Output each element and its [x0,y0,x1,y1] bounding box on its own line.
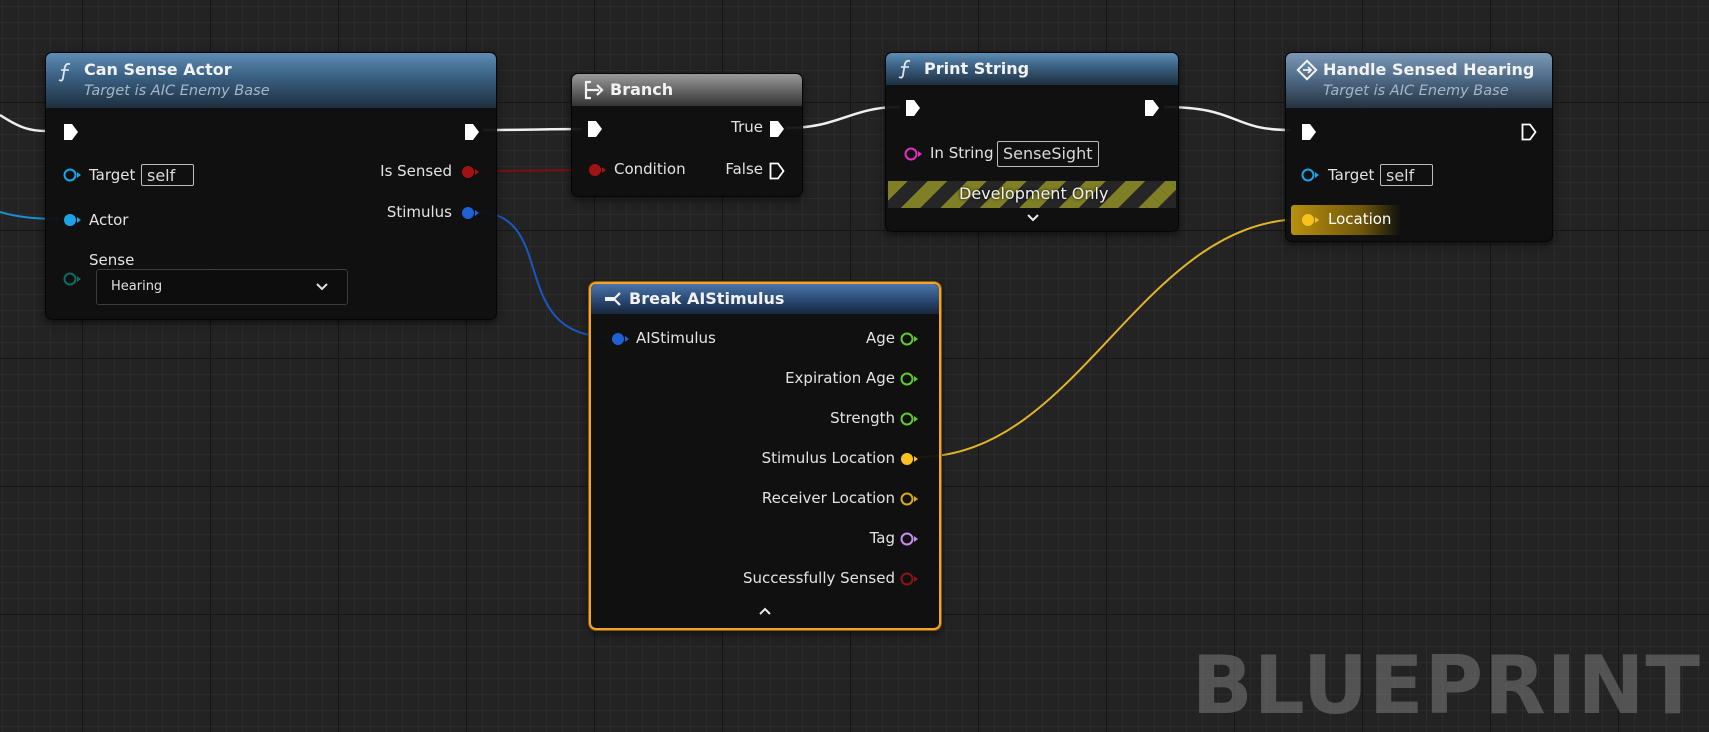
true-label: True [731,118,763,136]
branch-node[interactable]: Branch Condition True False [571,73,803,197]
development-only-label: Development Only [959,184,1109,203]
target-input[interactable]: self [141,164,194,186]
in-string-label: In String [930,144,994,162]
exec-wire-in [0,113,47,133]
branch-icon [584,80,604,100]
true-exec-pin[interactable] [769,120,785,138]
node-subtitle: Target is AIC Enemy Base [84,83,270,99]
can-sense-actor-node[interactable]: Can Sense Actor Target is AIC Enemy Base… [45,52,497,320]
receiver-location-label: Receiver Location [761,489,895,507]
node-title: Break AIStimulus [629,289,785,308]
tag-label: Tag [869,529,895,547]
expiration-age-label: Expiration Age [785,369,895,387]
target-label: Target [89,166,136,184]
exec-wire-can-sense-to-branch [482,127,583,132]
chevron-up-icon[interactable] [758,606,772,616]
exec-wire-print-to-handle [1163,105,1291,132]
function-icon [898,59,911,79]
target-pin[interactable] [62,167,82,183]
sense-pin[interactable] [62,271,82,287]
aistimulus-label: AIStimulus [636,329,716,347]
aistimulus-pin[interactable] [610,331,630,347]
strength-label: Strength [830,409,895,427]
node-header[interactable] [572,74,802,106]
handle-sensed-hearing-node[interactable]: Handle Sensed Hearing Target is AIC Enem… [1285,52,1553,242]
exec-out-pin[interactable] [1521,123,1537,141]
stimulus-pin[interactable] [460,205,480,221]
function-icon [58,62,71,82]
expiration-age-pin[interactable] [899,371,919,387]
location-pin[interactable] [1300,212,1320,228]
location-label: Location [1328,210,1392,228]
sense-label: Sense [89,251,135,269]
receiver-location-pin[interactable] [899,491,919,507]
false-exec-pin[interactable] [769,162,785,180]
stimulus-label: Stimulus [386,203,452,221]
node-subtitle: Target is AIC Enemy Base [1323,83,1509,99]
sense-dropdown[interactable]: Hearing [96,269,348,305]
exec-in-pin[interactable] [1301,123,1317,141]
node-title: Branch [610,80,674,99]
stimulus-location-label: Stimulus Location [761,449,895,467]
target-label: Target [1328,166,1375,184]
stimulus-location-pin[interactable] [899,451,919,467]
exec-in-pin[interactable] [63,123,79,141]
node-title: Print String [924,59,1030,78]
blueprint-watermark: BLUEPRINT [1191,639,1701,732]
target-pin[interactable] [1300,167,1320,183]
condition-label: Condition [614,160,686,178]
exec-in-pin[interactable] [587,120,603,138]
break-aistimulus-node[interactable]: Break AIStimulus AIStimulus Age Expirati… [589,282,941,630]
successfully-sensed-pin[interactable] [899,571,919,587]
node-title: Can Sense Actor [84,60,232,79]
age-label: Age [865,329,895,347]
exec-out-pin[interactable] [464,123,480,141]
condition-pin[interactable] [587,162,607,178]
break-struct-icon [605,292,621,306]
exec-wire-branch-true-to-print [785,105,901,130]
successfully-sensed-label: Successfully Sensed [743,569,895,587]
exec-in-pin[interactable] [905,99,921,117]
exec-out-pin[interactable] [1144,99,1160,117]
in-string-input[interactable]: SenseSight [997,141,1099,167]
event-icon [1296,59,1318,81]
tag-pin[interactable] [899,531,919,547]
age-pin[interactable] [899,331,919,347]
chevron-down-icon[interactable] [1026,213,1040,223]
strength-pin[interactable] [899,411,919,427]
print-string-node[interactable]: Print String In String SenseSight Develo… [885,52,1179,232]
is-sensed-label: Is Sensed [380,162,452,180]
actor-pin[interactable] [62,212,82,228]
in-string-pin[interactable] [903,146,923,162]
target-input[interactable]: self [1380,164,1433,186]
sense-dropdown-value: Hearing [111,279,163,294]
false-label: False [725,160,763,178]
chevron-down-icon [316,283,328,291]
node-title: Handle Sensed Hearing [1323,60,1535,79]
is-sensed-pin[interactable] [460,164,480,180]
actor-label: Actor [89,211,129,229]
vector-wire-location [917,218,1305,458]
